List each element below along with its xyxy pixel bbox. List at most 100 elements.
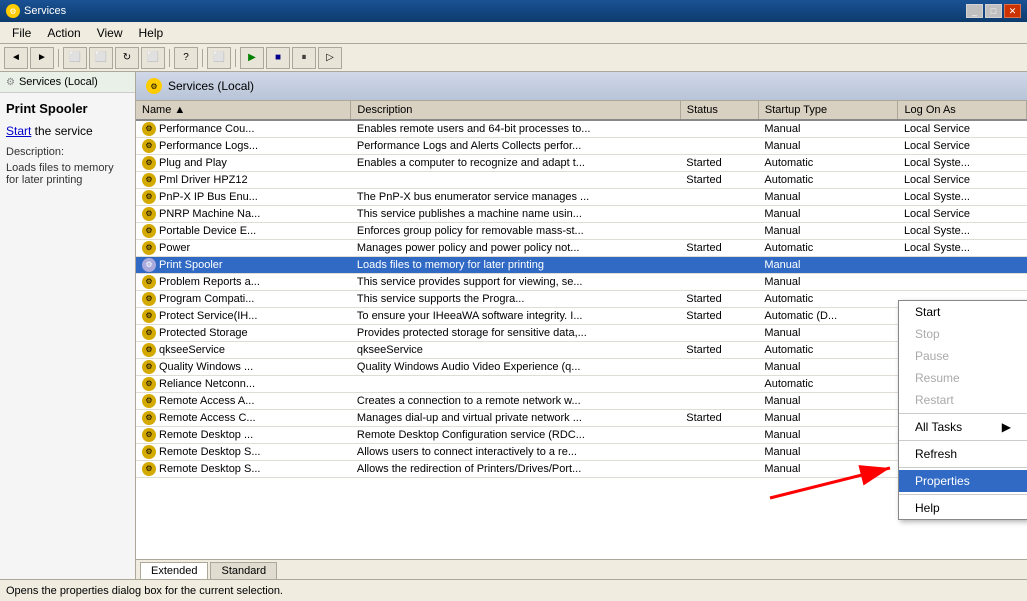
table-row[interactable]: ⚙Remote Access A... Creates a connection… bbox=[136, 393, 1027, 410]
connect-button[interactable]: ⬜ bbox=[207, 47, 231, 69]
cell-desc: This service provides support for viewin… bbox=[351, 274, 680, 291]
step-button[interactable]: ▷ bbox=[318, 47, 342, 69]
context-menu-item-start[interactable]: Start bbox=[899, 301, 1027, 323]
context-menu-item-properties[interactable]: Properties bbox=[899, 470, 1027, 492]
cell-name: ⚙Remote Desktop S... bbox=[136, 444, 351, 461]
title-bar: ⚙ Services _ □ ✕ bbox=[0, 0, 1027, 22]
cell-name: ⚙Portable Device E... bbox=[136, 223, 351, 240]
cell-status bbox=[680, 325, 758, 342]
cell-status: Started bbox=[680, 410, 758, 427]
table-row[interactable]: ⚙PNRP Machine Na... This service publish… bbox=[136, 206, 1027, 223]
col-description[interactable]: Description bbox=[351, 101, 680, 120]
cell-desc: Manages power policy and power policy no… bbox=[351, 240, 680, 257]
sidebar-header[interactable]: ⚙ Services (Local) bbox=[0, 72, 135, 93]
app-icon: ⚙ bbox=[6, 4, 20, 18]
context-menu-item-all-tasks[interactable]: All Tasks▶ bbox=[899, 416, 1027, 438]
cell-startup: Manual bbox=[758, 206, 898, 223]
maximize-button[interactable]: □ bbox=[985, 4, 1002, 18]
table-row[interactable]: ⚙Problem Reports a... This service provi… bbox=[136, 274, 1027, 291]
cell-name: ⚙Power bbox=[136, 240, 351, 257]
cell-startup: Manual bbox=[758, 189, 898, 206]
start-service-link[interactable]: Start bbox=[6, 124, 31, 138]
table-row[interactable]: ⚙Reliance Netconn... Automatic bbox=[136, 376, 1027, 393]
close-button[interactable]: ✕ bbox=[1004, 4, 1021, 18]
col-logon-as[interactable]: Log On As bbox=[898, 101, 1027, 120]
menu-bar: File Action View Help bbox=[0, 22, 1027, 44]
tab-extended[interactable]: Extended bbox=[140, 562, 208, 579]
table-row[interactable]: ⚙qkseeService qkseeService Started Autom… bbox=[136, 342, 1027, 359]
table-row[interactable]: ⚙Pml Driver HPZ12 Started Automatic Loca… bbox=[136, 172, 1027, 189]
context-menu-item-help[interactable]: Help bbox=[899, 497, 1027, 519]
content-header-icon: ⚙ bbox=[146, 78, 162, 94]
refresh-button[interactable]: ↻ bbox=[115, 47, 139, 69]
table-row[interactable]: ⚙Protected Storage Provides protected st… bbox=[136, 325, 1027, 342]
cell-status bbox=[680, 359, 758, 376]
cell-status: Started bbox=[680, 155, 758, 172]
table-row[interactable]: ⚙Remote Desktop S... Allows users to con… bbox=[136, 444, 1027, 461]
cell-status: Started bbox=[680, 240, 758, 257]
cell-desc: qkseeService bbox=[351, 342, 680, 359]
play-button[interactable]: ▶ bbox=[240, 47, 264, 69]
col-name[interactable]: Name ▲ bbox=[136, 101, 351, 120]
cell-startup: Manual bbox=[758, 120, 898, 138]
cell-name: ⚙Protected Storage bbox=[136, 325, 351, 342]
table-row[interactable]: ⚙Plug and Play Enables a computer to rec… bbox=[136, 155, 1027, 172]
cell-name: ⚙Remote Desktop S... bbox=[136, 461, 351, 478]
minimize-button[interactable]: _ bbox=[966, 4, 983, 18]
cell-startup: Manual bbox=[758, 223, 898, 240]
table-row[interactable]: ⚙Portable Device E... Enforces group pol… bbox=[136, 223, 1027, 240]
menu-view[interactable]: View bbox=[89, 24, 131, 42]
cell-name: ⚙Pml Driver HPZ12 bbox=[136, 172, 351, 189]
context-menu-item-pause: Pause bbox=[899, 345, 1027, 367]
table-row[interactable]: ⚙Quality Windows ... Quality Windows Aud… bbox=[136, 359, 1027, 376]
export-button[interactable]: ⬜ bbox=[141, 47, 165, 69]
table-row[interactable]: ⚙Print Spooler Loads files to memory for… bbox=[136, 257, 1027, 274]
toolbar-separator-4 bbox=[235, 49, 236, 67]
menu-help[interactable]: Help bbox=[131, 24, 172, 42]
show-hide-button[interactable]: ⬜ bbox=[89, 47, 113, 69]
cell-name: ⚙Quality Windows ... bbox=[136, 359, 351, 376]
col-startup-type[interactable]: Startup Type bbox=[758, 101, 898, 120]
table-row[interactable]: ⚙Protect Service(IH... To ensure your IH… bbox=[136, 308, 1027, 325]
sidebar-header-label: Services (Local) bbox=[19, 76, 98, 88]
table-row[interactable]: ⚙Performance Logs... Performance Logs an… bbox=[136, 138, 1027, 155]
col-status[interactable]: Status bbox=[680, 101, 758, 120]
table-row[interactable]: ⚙Remote Desktop ... Remote Desktop Confi… bbox=[136, 427, 1027, 444]
cell-status bbox=[680, 120, 758, 138]
pause-button[interactable]: ⏸ bbox=[292, 47, 316, 69]
cell-startup: Automatic bbox=[758, 240, 898, 257]
tab-standard[interactable]: Standard bbox=[210, 562, 277, 579]
cell-desc: Enables remote users and 64-bit processe… bbox=[351, 120, 680, 138]
table-row[interactable]: ⚙Performance Cou... Enables remote users… bbox=[136, 120, 1027, 138]
cell-status: Started bbox=[680, 172, 758, 189]
cell-logon: Local Syste... bbox=[898, 155, 1027, 172]
table-row[interactable]: ⚙Remote Access C... Manages dial-up and … bbox=[136, 410, 1027, 427]
up-button[interactable]: ⬜ bbox=[63, 47, 87, 69]
cell-logon: Local Syste... bbox=[898, 240, 1027, 257]
table-row[interactable]: ⚙PnP-X IP Bus Enu... The PnP-X bus enume… bbox=[136, 189, 1027, 206]
toolbar-separator-1 bbox=[58, 49, 59, 67]
table-row[interactable]: ⚙Power Manages power policy and power po… bbox=[136, 240, 1027, 257]
status-bar: Opens the properties dialog box for the … bbox=[0, 579, 1027, 601]
cell-startup: Automatic bbox=[758, 172, 898, 189]
menu-action[interactable]: Action bbox=[39, 24, 88, 42]
back-button[interactable]: ◄ bbox=[4, 47, 28, 69]
table-row[interactable]: ⚙Remote Desktop S... Allows the redirect… bbox=[136, 461, 1027, 478]
menu-file[interactable]: File bbox=[4, 24, 39, 42]
sidebar-panel-title: Print Spooler bbox=[6, 101, 129, 116]
forward-button[interactable]: ► bbox=[30, 47, 54, 69]
cell-desc: The PnP-X bus enumerator service manages… bbox=[351, 189, 680, 206]
stop-button[interactable]: ■ bbox=[266, 47, 290, 69]
cell-status bbox=[680, 257, 758, 274]
cell-logon: Local Service bbox=[898, 138, 1027, 155]
services-table-container[interactable]: Name ▲ Description Status Startup Type L… bbox=[136, 101, 1027, 559]
help-button[interactable]: ? bbox=[174, 47, 198, 69]
cell-status bbox=[680, 223, 758, 240]
table-row[interactable]: ⚙Program Compati... This service support… bbox=[136, 291, 1027, 308]
context-menu-item-refresh[interactable]: Refresh bbox=[899, 443, 1027, 465]
cell-status bbox=[680, 206, 758, 223]
cell-startup: Manual bbox=[758, 138, 898, 155]
cell-name: ⚙Print Spooler bbox=[136, 257, 351, 274]
cell-status bbox=[680, 138, 758, 155]
cell-logon: Local Syste... bbox=[898, 223, 1027, 240]
